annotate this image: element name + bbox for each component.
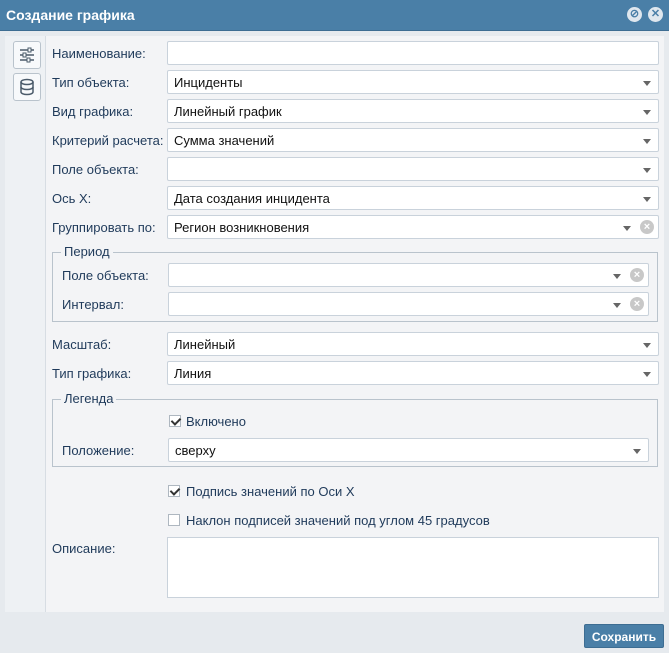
dropdown-arrow-icon[interactable] — [643, 168, 651, 173]
chart-kind-value: Линейный график — [174, 104, 282, 119]
description-textarea[interactable] — [167, 537, 659, 598]
tilt-labels-label: Наклон подписей значений под углом 45 гр… — [186, 513, 490, 528]
chart-kind-label: Вид графика: — [52, 104, 134, 119]
dropdown-arrow-icon[interactable] — [643, 139, 651, 144]
save-button[interactable]: Сохранить — [584, 624, 664, 648]
legend-title: Легенда — [61, 391, 117, 406]
title-bar: Создание графика ⊘ ✕ — [0, 0, 669, 31]
period-field-select[interactable]: × — [168, 263, 649, 287]
legend-position-value: сверху — [175, 443, 216, 458]
x-labels-checkbox[interactable] — [168, 485, 180, 497]
object-field-label: Поле объекта: — [52, 162, 139, 177]
period-field-label: Поле объекта: — [62, 268, 149, 283]
interval-select[interactable]: × — [168, 292, 649, 316]
database-icon — [20, 78, 34, 96]
x-axis-select[interactable]: Дата создания инцидента — [167, 186, 659, 210]
form-content: Наименование: Тип объекта: Инциденты Вид… — [46, 36, 664, 612]
dropdown-arrow-icon[interactable] — [643, 343, 651, 348]
name-label: Наименование: — [52, 46, 146, 61]
dialog-title: Создание графика — [6, 7, 135, 23]
group-by-label: Группировать по: — [52, 220, 156, 235]
left-toolbar — [5, 36, 46, 612]
description-label: Описание: — [52, 541, 116, 556]
chart-create-dialog: Создание графика ⊘ ✕ Наименование: Тип о… — [0, 0, 669, 653]
x-axis-label: Ось X: — [52, 191, 92, 206]
scale-value: Линейный — [174, 337, 236, 352]
object-type-label: Тип объекта: — [52, 75, 130, 90]
x-labels-label: Подпись значений по Оси X — [186, 484, 355, 499]
legend-position-label: Положение: — [62, 443, 135, 458]
legend-position-select[interactable]: сверху — [168, 438, 649, 462]
scale-select[interactable]: Линейный — [167, 332, 659, 356]
chart-type-label: Тип графика: — [52, 366, 132, 381]
settings-tab-button[interactable] — [13, 41, 41, 69]
name-input[interactable] — [167, 41, 659, 65]
dropdown-arrow-icon[interactable] — [633, 449, 641, 454]
dropdown-arrow-icon[interactable] — [613, 274, 621, 279]
dropdown-arrow-icon[interactable] — [643, 372, 651, 377]
criterion-select[interactable]: Сумма значений — [167, 128, 659, 152]
group-by-value: Регион возникновения — [174, 220, 310, 235]
chart-kind-select[interactable]: Линейный график — [167, 99, 659, 123]
legend-enabled-label: Включено — [186, 414, 246, 429]
period-group: Период Поле объекта: × Интервал: × — [52, 244, 658, 322]
data-source-tab-button[interactable] — [13, 73, 41, 101]
group-by-select[interactable]: Регион возникновения × — [167, 215, 659, 239]
criterion-value: Сумма значений — [174, 133, 275, 148]
dropdown-arrow-icon[interactable] — [613, 303, 621, 308]
clear-icon[interactable]: × — [630, 297, 644, 311]
legend-enabled-checkbox[interactable] — [169, 415, 181, 427]
close-icon[interactable]: ✕ — [648, 7, 663, 22]
clear-icon[interactable]: × — [640, 220, 654, 234]
dialog-footer — [0, 617, 669, 653]
object-type-select[interactable]: Инциденты — [167, 70, 659, 94]
minimize-icon[interactable]: ⊘ — [627, 7, 642, 22]
clear-icon[interactable]: × — [630, 268, 644, 282]
tilt-labels-checkbox[interactable] — [168, 514, 180, 526]
object-field-select[interactable] — [167, 157, 659, 181]
dropdown-arrow-icon[interactable] — [623, 226, 631, 231]
chart-type-value: Линия — [174, 366, 212, 381]
scale-label: Масштаб: — [52, 337, 112, 352]
legend-group: Легенда Включено Положение: сверху — [52, 391, 658, 467]
interval-label: Интервал: — [62, 297, 124, 312]
settings-icon — [20, 47, 34, 63]
dropdown-arrow-icon[interactable] — [643, 81, 651, 86]
dropdown-arrow-icon[interactable] — [643, 197, 651, 202]
object-type-value: Инциденты — [174, 75, 243, 90]
chart-type-select[interactable]: Линия — [167, 361, 659, 385]
x-axis-value: Дата создания инцидента — [174, 191, 330, 206]
criterion-label: Критерий расчета: — [52, 133, 164, 148]
dropdown-arrow-icon[interactable] — [643, 110, 651, 115]
period-title: Период — [61, 244, 113, 259]
